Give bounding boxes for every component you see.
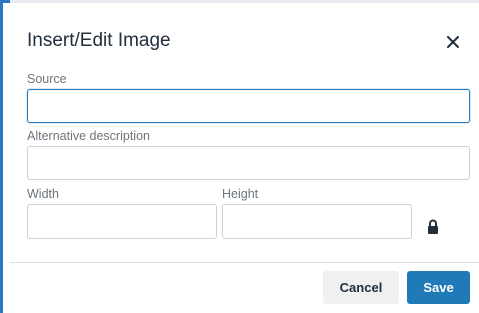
alt-description-label: Alternative description — [27, 129, 150, 143]
cancel-button[interactable]: Cancel — [323, 271, 399, 304]
save-button[interactable]: Save — [407, 271, 470, 304]
alt-description-input[interactable] — [27, 146, 470, 180]
close-icon — [447, 36, 459, 48]
lock-icon — [428, 219, 438, 234]
insert-edit-image-dialog: Insert/Edit Image Source Alternative des… — [10, 6, 479, 313]
constrain-proportions-button[interactable] — [427, 219, 441, 235]
source-label: Source — [27, 72, 67, 86]
background-edge-corner — [0, 0, 10, 3]
height-label: Height — [222, 187, 259, 201]
height-input[interactable] — [222, 204, 412, 239]
dialog-title: Insert/Edit Image — [27, 30, 171, 51]
footer-divider — [10, 262, 479, 263]
background-edge-left — [0, 0, 3, 313]
background-edge-top — [0, 0, 479, 3]
page-frame: Insert/Edit Image Source Alternative des… — [0, 0, 479, 313]
width-input[interactable] — [27, 204, 217, 239]
close-button[interactable] — [442, 31, 464, 53]
width-label: Width — [27, 187, 59, 201]
source-input[interactable] — [27, 89, 470, 123]
